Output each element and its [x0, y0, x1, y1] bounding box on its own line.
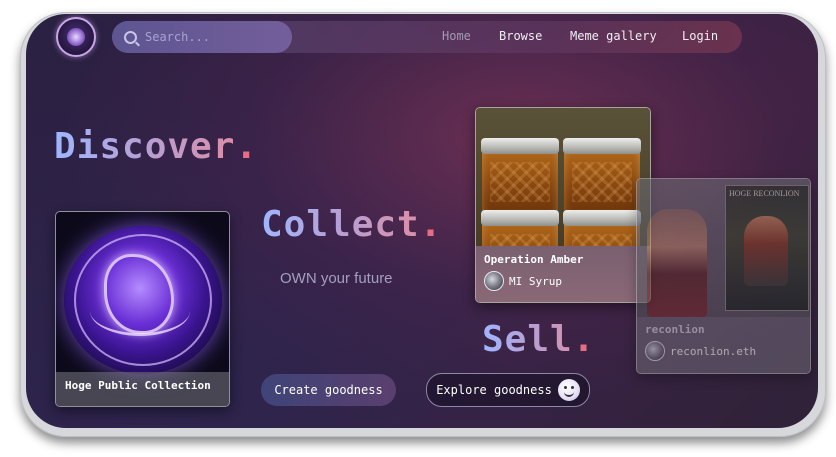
headline-discover: Discover. — [54, 126, 259, 167]
card-info: Operation Amber MI Syrup — [476, 246, 650, 302]
smiley-icon — [557, 379, 580, 401]
owner-name: reconlion.eth — [670, 344, 757, 358]
headline-collect: Collect. — [261, 204, 443, 245]
nav-meme-gallery[interactable]: Meme gallery — [570, 29, 657, 43]
nft-card-operation-amber[interactable]: Operation Amber MI Syrup — [475, 107, 651, 303]
owner-name: MI Syrup — [509, 274, 562, 288]
card-title: Operation Amber — [484, 253, 584, 266]
nft-card-reconlion[interactable]: HOGE RECONLION reconlion reconlion.eth — [636, 178, 811, 374]
card-info: reconlion reconlion.eth — [637, 317, 810, 373]
avatar — [484, 271, 504, 291]
nav-login[interactable]: Login — [682, 29, 718, 43]
create-goodness-button[interactable]: Create goodness — [261, 374, 396, 406]
explore-goodness-button[interactable]: Explore goodness — [426, 373, 590, 407]
nav-home[interactable]: Home — [442, 29, 471, 43]
hoge-artwork — [64, 226, 222, 374]
top-nav: Home Browse Meme gallery Login — [112, 21, 742, 53]
card-caption: Hoge Public Collection — [56, 372, 229, 406]
search-icon — [124, 30, 137, 44]
owner-row[interactable]: reconlion.eth — [645, 341, 802, 361]
reconlion-artwork: HOGE RECONLION — [637, 179, 810, 317]
button-label: Explore goodness — [436, 383, 552, 397]
collection-card-hoge[interactable]: Hoge Public Collection — [55, 211, 230, 407]
headline-sell: Sell. — [482, 319, 596, 360]
logo-icon[interactable] — [56, 17, 96, 57]
card-title: Hoge Public Collection — [65, 379, 211, 392]
amber-artwork — [476, 108, 650, 288]
avatar — [645, 341, 665, 361]
owner-row[interactable]: MI Syrup — [484, 271, 642, 291]
nav-browse[interactable]: Browse — [499, 29, 542, 43]
button-label: Create goodness — [274, 383, 383, 397]
card-title: reconlion — [645, 323, 705, 336]
app-screen: Home Browse Meme gallery Login Discover.… — [26, 14, 818, 428]
search-bar[interactable] — [112, 21, 292, 53]
tagline: OWN your future — [280, 270, 393, 287]
search-input[interactable] — [145, 30, 285, 44]
